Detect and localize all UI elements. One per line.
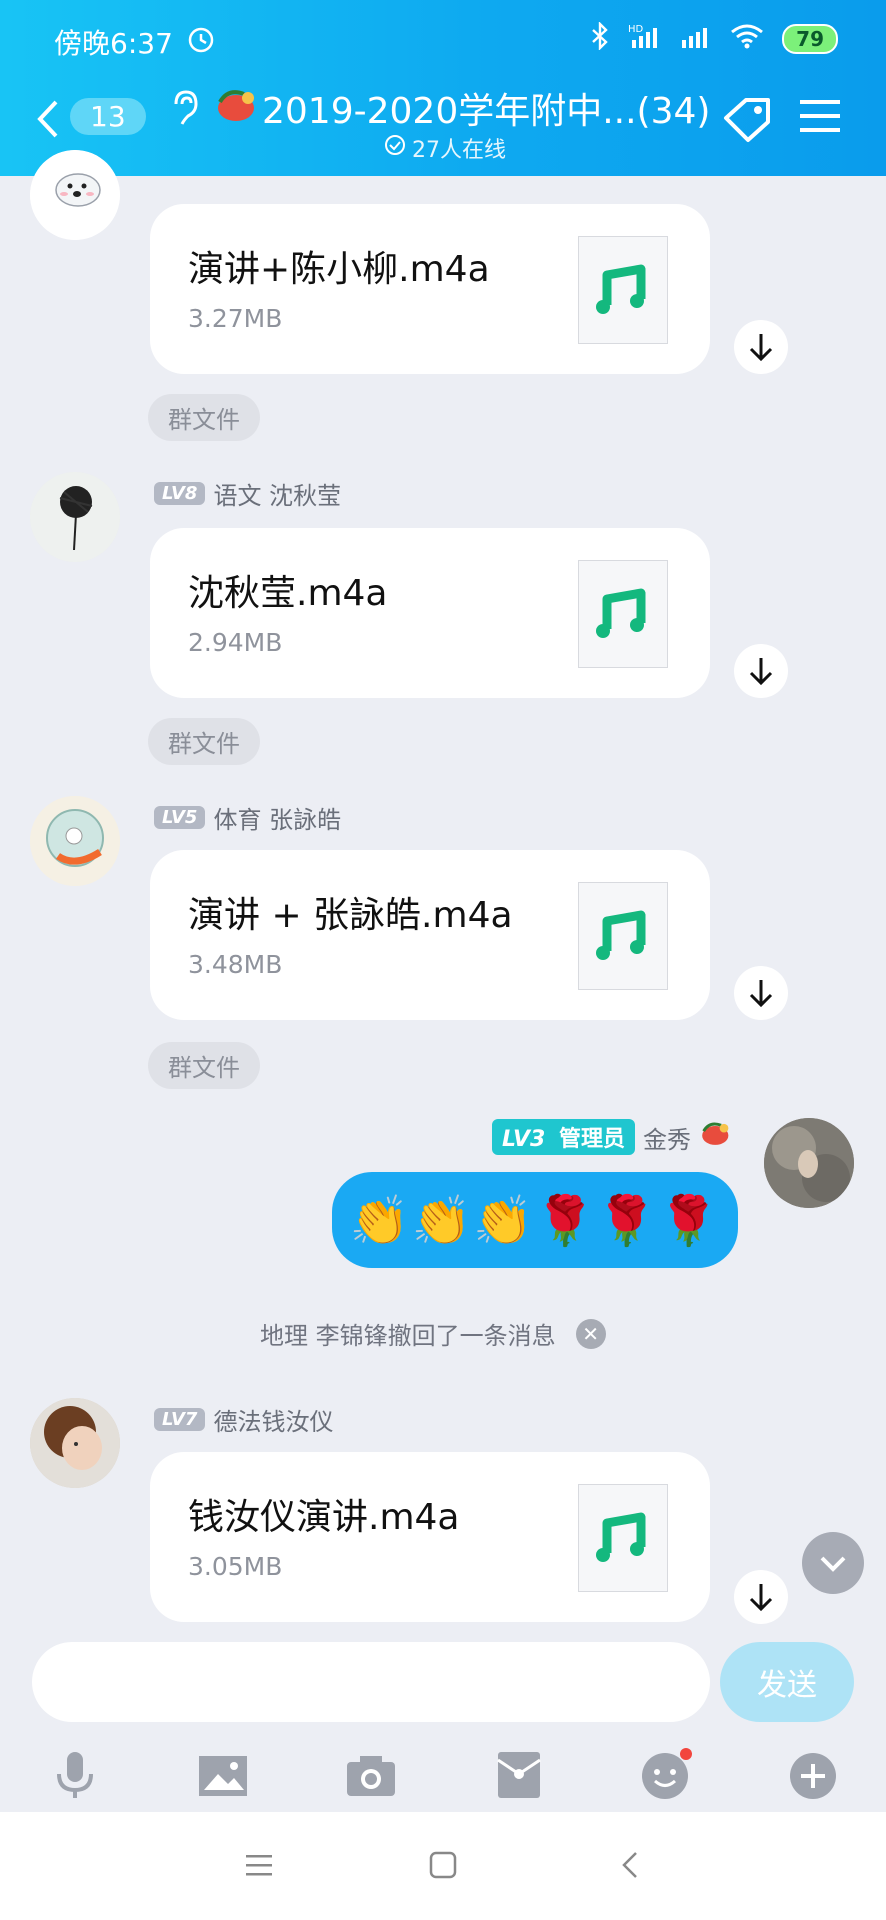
audio-file-icon [578,560,668,668]
sender-info: LV8 语文 沈秋莹 [154,476,341,511]
avatar[interactable] [30,796,120,886]
group-file-tag[interactable]: 群文件 [148,394,260,441]
sender-name[interactable]: 体育 张詠皓 [213,800,341,835]
scroll-to-bottom-button[interactable] [802,1532,864,1594]
hd-signal-icon: HD [628,22,662,56]
audio-file-icon [578,236,668,344]
svg-text:HD: HD [628,24,644,35]
file-name: 演讲+陈小柳.m4a [188,249,490,290]
recall-notice: 地理 李锦锋撤回了一条消息 ✕ [260,1316,606,1351]
level-badge: LV8 [154,482,206,505]
message-input[interactable] [32,1642,710,1722]
signal-icon [680,22,712,56]
sender-info: LV5 体育 张詠皓 [154,800,341,835]
status-time: 傍晚6:37 [54,27,173,60]
file-size: 3.48MB [188,950,283,979]
status-icons: HD 79 [590,21,838,56]
back-nav-icon[interactable] [620,1850,640,1884]
avatar[interactable] [30,1398,120,1488]
file-size: 3.05MB [188,1552,283,1581]
sender-info: LV7 德法钱汝仪 [154,1402,333,1437]
chat-header: 傍晚6:37 HD 79 13 2019-2020学年附中...(34) 27人… [0,0,886,176]
sender-name[interactable]: 金秀 [643,1120,691,1155]
file-name: 钱汝仪演讲.m4a [188,1497,460,1538]
download-button[interactable] [734,320,788,374]
send-button[interactable]: 发送 [720,1642,854,1722]
audio-file-icon [578,1484,668,1592]
group-file-tag[interactable]: 群文件 [148,718,260,765]
close-icon[interactable]: ✕ [575,1318,606,1349]
avatar[interactable] [30,150,120,240]
sender-name[interactable]: 语文 沈秋莹 [213,476,341,511]
sender-name[interactable]: 德法钱汝仪 [213,1402,333,1437]
back-icon[interactable] [34,96,60,149]
group-emblem-icon [699,1118,733,1156]
text-message-bubble[interactable]: 👏👏👏🌹🌹🌹 [332,1172,738,1268]
file-message-bubble[interactable]: 沈秋莹.m4a 2.94MB [150,528,710,698]
group-emblem-icon [214,84,260,132]
online-count: 27人在线 [412,138,506,163]
group-title[interactable]: 2019-2020学年附中...(34) [262,82,782,134]
wifi-icon [730,22,764,56]
download-button[interactable] [734,966,788,1020]
admin-role: 管理员 [559,1127,626,1152]
emoji-icon[interactable] [638,1748,692,1802]
recall-text: 地理 李锦锋撤回了一条消息 [260,1322,556,1350]
sender-info: LV3 管理员 金秀 [492,1118,733,1156]
microphone-icon[interactable] [48,1748,102,1802]
battery-indicator: 79 [782,24,838,54]
avatar[interactable] [30,472,120,562]
image-icon[interactable] [196,1748,250,1802]
avatar[interactable] [764,1118,854,1208]
file-message-bubble[interactable]: 演讲+陈小柳.m4a 3.27MB [150,204,710,374]
level-badge: LV3 管理员 [492,1119,636,1155]
red-packet-icon[interactable] [492,1748,546,1802]
level-text: LV3 [502,1127,546,1152]
download-button[interactable] [734,1570,788,1624]
level-badge: LV5 [154,806,206,829]
bluetooth-icon [590,21,610,56]
online-icon [384,134,406,160]
file-size: 3.27MB [188,304,283,333]
file-message-bubble[interactable]: 演讲 + 张詠皓.m4a 3.48MB [150,850,710,1020]
camera-icon[interactable] [344,1748,398,1802]
unread-count-badge[interactable]: 13 [70,98,146,135]
system-nav-bar [0,1812,886,1920]
ear-icon[interactable] [168,88,200,132]
home-icon[interactable] [428,1850,458,1884]
tag-icon[interactable] [720,96,776,144]
group-file-tag[interactable]: 群文件 [148,1042,260,1089]
recent-apps-icon[interactable] [244,1852,274,1882]
audio-file-icon [578,882,668,990]
menu-icon[interactable] [798,96,846,144]
level-badge: LV7 [154,1408,206,1431]
file-name: 演讲 + 张詠皓.m4a [188,895,513,936]
plus-icon[interactable] [786,1748,840,1802]
alarm-icon [186,24,216,58]
file-size: 2.94MB [188,628,283,657]
file-name: 沈秋莹.m4a [188,573,388,614]
download-button[interactable] [734,644,788,698]
file-message-bubble[interactable]: 钱汝仪演讲.m4a 3.05MB [150,1452,710,1622]
